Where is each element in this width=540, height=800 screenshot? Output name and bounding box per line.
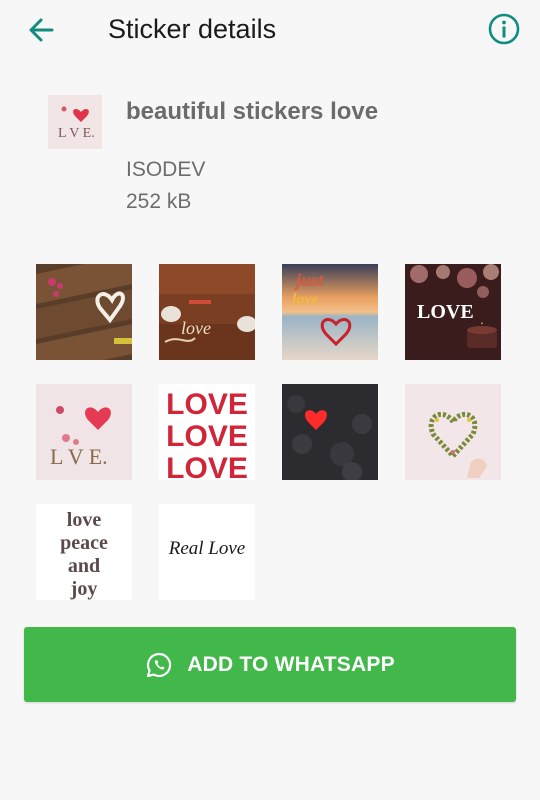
add-to-whatsapp-button[interactable]: ADD TO WHATSAPP: [24, 627, 516, 702]
pack-tray-icon: L V E.: [48, 95, 102, 149]
sticker-thumbnail[interactable]: Real Love: [159, 504, 255, 600]
sticker-thumbnail[interactable]: love peace and joy: [36, 504, 132, 600]
add-to-whatsapp-label: ADD TO WHATSAPP: [187, 652, 395, 676]
svg-text:just: just: [293, 270, 324, 290]
arrow-left-icon: [29, 18, 54, 42]
sticker-thumbnail[interactable]: just love: [282, 264, 378, 360]
svg-text:love: love: [292, 291, 319, 308]
sticker-image: [282, 384, 378, 480]
sticker-thumbnail[interactable]: [36, 264, 132, 360]
svg-text:peace: peace: [60, 532, 108, 554]
sticker-thumbnail[interactable]: [282, 384, 378, 480]
sticker-image: L V E.: [36, 384, 132, 480]
sticker-thumbnail[interactable]: [405, 384, 501, 480]
back-button[interactable]: [22, 10, 62, 50]
sticker-image: love: [159, 264, 255, 360]
svg-text:LOVE: LOVE: [417, 301, 474, 323]
svg-text:LOVE: LOVE: [166, 452, 248, 480]
svg-text:and: and: [68, 555, 100, 577]
app-bar: Sticker details: [0, 0, 540, 60]
sticker-thumbnail[interactable]: L V E.: [36, 384, 132, 480]
svg-text:L V E.: L V E.: [50, 444, 108, 469]
sticker-image: just love: [282, 264, 378, 360]
svg-text:L V E.: L V E.: [58, 126, 95, 141]
svg-text:love: love: [67, 509, 102, 531]
sticker-image: [405, 384, 501, 480]
page-title: Sticker details: [108, 14, 277, 44]
pack-publisher: ISODEV: [126, 158, 206, 181]
svg-text:love: love: [181, 318, 211, 338]
sticker-image: Real Love: [159, 504, 255, 600]
svg-text:LOVE: LOVE: [166, 420, 248, 453]
sticker-image: LOVE: [405, 264, 501, 360]
sticker-image: [36, 264, 132, 360]
svg-text:LOVE: LOVE: [166, 388, 248, 421]
sticker-thumbnail[interactable]: LOVE: [405, 264, 501, 360]
info-button[interactable]: [486, 11, 522, 47]
svg-text:Real Love: Real Love: [168, 538, 246, 559]
sticker-thumbnail[interactable]: LOVE LOVE LOVE: [159, 384, 255, 480]
whatsapp-icon: [147, 652, 172, 677]
sticker-image: love peace and joy: [36, 504, 132, 600]
sticker-thumbnail[interactable]: love: [159, 264, 255, 360]
sticker-image: LOVE LOVE LOVE: [159, 384, 255, 480]
pack-name: beautiful stickers love: [126, 98, 379, 125]
svg-text:joy: joy: [70, 578, 98, 600]
info-icon: [488, 13, 520, 45]
pack-size: 252 kB: [126, 190, 192, 213]
